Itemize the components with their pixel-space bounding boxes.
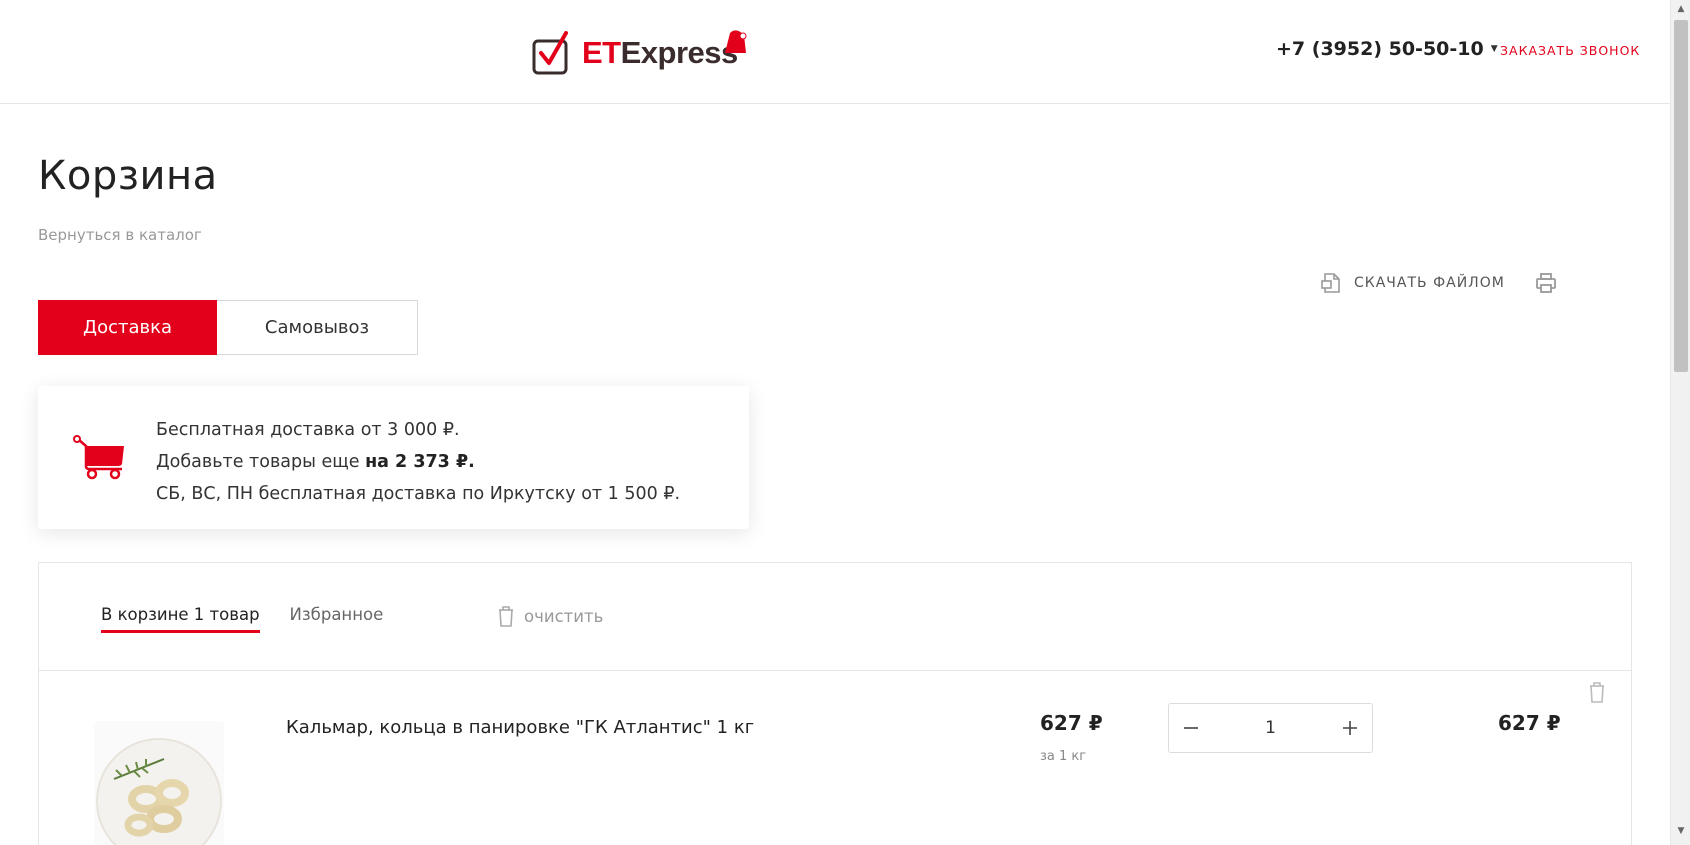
cart-panel: В корзине 1 товар Избранное очистить Кал…	[38, 562, 1632, 845]
unit-price: 627 ₽	[1040, 711, 1103, 735]
increase-quantity-button[interactable]	[1328, 704, 1372, 752]
plus-icon	[1343, 721, 1357, 735]
product-name[interactable]: Кальмар, кольца в панировке "ГК Атлантис…	[286, 717, 754, 738]
info-line-free-threshold: Бесплатная доставка от 3 000 ₽.	[156, 420, 460, 440]
santa-hat-icon	[724, 30, 747, 53]
caret-down-icon: ▼	[1490, 44, 1498, 54]
phone-dropdown[interactable]: +7 (3952) 50-50-10 ▼	[1276, 38, 1498, 60]
minus-icon	[1184, 727, 1198, 729]
scroll-down-arrow-icon[interactable]: ▼	[1671, 826, 1690, 836]
quantity-stepper: 1	[1168, 703, 1373, 753]
trash-icon	[1590, 682, 1604, 703]
product-image[interactable]	[94, 721, 224, 845]
logo[interactable]: ETExpress	[532, 30, 747, 76]
download-label: СКАЧАТЬ ФАЙЛОМ	[1354, 275, 1505, 291]
tab-favorites[interactable]: Избранное	[290, 605, 384, 633]
free-delivery-info-card: Бесплатная доставка от 3 000 ₽. Добавьте…	[38, 386, 749, 529]
back-to-catalog-link[interactable]: Вернуться в каталог	[38, 226, 202, 244]
page-scrollbar[interactable]: ▲ ▼	[1670, 0, 1690, 845]
tab-cart-items[interactable]: В корзине 1 товар	[101, 605, 260, 633]
unit-label: за 1 кг	[1040, 749, 1087, 764]
scroll-up-arrow-icon[interactable]: ▲	[1671, 4, 1690, 14]
logo-check-icon	[532, 31, 570, 75]
decrease-quantity-button[interactable]	[1169, 704, 1213, 752]
phone-number: +7 (3952) 50-50-10	[1276, 38, 1484, 60]
delivery-info-text: Бесплатная доставка от 3 000 ₽. Добавьте…	[156, 414, 680, 510]
remaining-amount: на 2 373 ₽.	[365, 452, 475, 472]
delivery-method-tabs: Доставка Самовывоз	[38, 300, 418, 355]
tab-delivery[interactable]: Доставка	[38, 300, 217, 355]
shopping-cart-icon	[72, 434, 126, 484]
info-line-remaining: Добавьте товары еще на 2 373 ₽.	[156, 452, 475, 472]
printer-icon	[1536, 273, 1556, 293]
page-title: Корзина	[38, 153, 218, 199]
trash-icon	[499, 606, 513, 627]
site-header: ETExpress +7 (3952) 50-50-10 ▼ ЗАКАЗАТЬ …	[0, 0, 1670, 104]
remove-item-button[interactable]	[1587, 681, 1607, 707]
quantity-input[interactable]: 1	[1213, 718, 1328, 738]
item-total-price: 627 ₽	[1498, 711, 1561, 735]
clear-label: очистить	[524, 606, 604, 626]
info-line-weekend: СБ, ВС, ПН бесплатная доставка по Иркутс…	[156, 484, 681, 504]
clear-cart-button[interactable]: очистить	[496, 605, 603, 627]
print-button[interactable]	[1535, 272, 1557, 298]
logo-text: ETExpress	[582, 30, 747, 71]
callback-link[interactable]: ЗАКАЗАТЬ ЗВОНОК	[1500, 43, 1640, 58]
scroll-thumb[interactable]	[1674, 20, 1688, 372]
cart-divider	[39, 670, 1631, 671]
download-file-button[interactable]: СКАЧАТЬ ФАЙЛОМ	[1320, 272, 1505, 294]
cart-tabs: В корзине 1 товар Избранное	[101, 605, 413, 633]
document-download-icon	[1321, 273, 1340, 293]
tab-pickup[interactable]: Самовывоз	[217, 300, 418, 355]
